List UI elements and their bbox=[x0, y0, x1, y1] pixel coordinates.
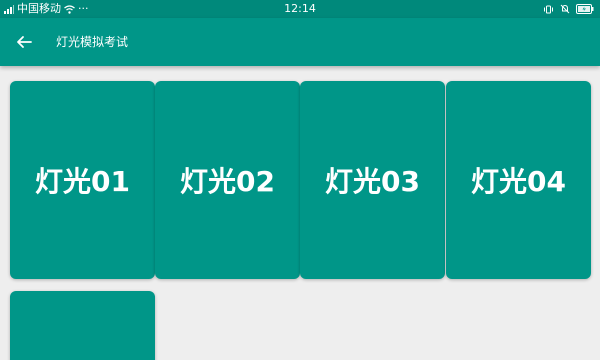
light-tile-02[interactable]: 灯光02 bbox=[155, 81, 300, 279]
status-bar: 中国移动 ··· 12:14 bbox=[0, 0, 600, 18]
vibrate-icon bbox=[543, 5, 554, 14]
back-button[interactable] bbox=[8, 26, 40, 58]
bell-off-icon bbox=[560, 4, 570, 14]
light-tile-05[interactable] bbox=[10, 291, 155, 360]
arrow-left-icon bbox=[15, 33, 33, 51]
light-tile-03[interactable]: 灯光03 bbox=[300, 81, 445, 279]
status-right bbox=[543, 0, 594, 18]
status-time: 12:14 bbox=[284, 2, 316, 15]
app-bar: 灯光模拟考试 bbox=[0, 18, 600, 66]
tile-label: 灯光03 bbox=[325, 165, 420, 198]
page-title: 灯光模拟考试 bbox=[56, 35, 129, 49]
light-tile-04[interactable]: 灯光04 bbox=[446, 81, 591, 279]
tile-label: 灯光01 bbox=[35, 165, 130, 198]
tile-label: 灯光02 bbox=[180, 165, 275, 198]
light-tiles-grid: 灯光01 灯光02 灯光03 灯光04 bbox=[0, 66, 600, 360]
light-tile-01[interactable]: 灯光01 bbox=[10, 81, 155, 279]
tile-label: 灯光04 bbox=[471, 165, 566, 198]
battery-icon bbox=[576, 4, 594, 14]
